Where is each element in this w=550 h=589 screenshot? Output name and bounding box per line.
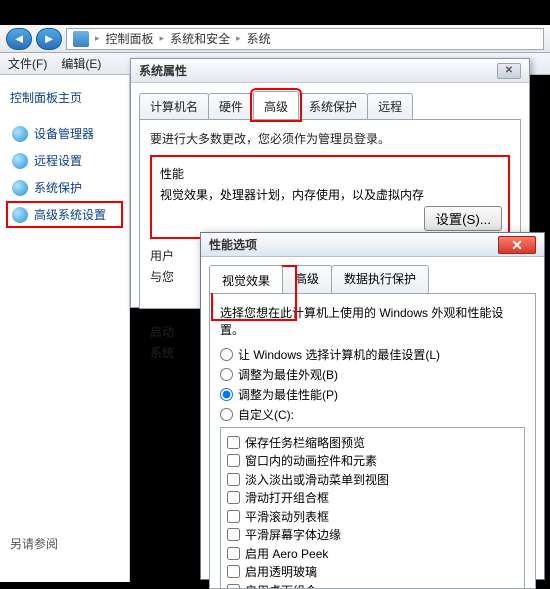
breadcrumb-item[interactable]: 系统 — [247, 30, 271, 47]
checkbox-input[interactable] — [227, 565, 240, 578]
performance-title: 性能 — [160, 165, 500, 182]
breadcrumb-item[interactable]: 系统和安全 — [170, 30, 230, 47]
radio-option[interactable]: 调整为最佳性能(P) — [220, 386, 525, 403]
effect-checkbox-row[interactable]: 启用桌面组合 — [227, 582, 518, 589]
menu-edit[interactable]: 编辑(E) — [61, 55, 101, 72]
see-also-heading: 另请参阅 — [10, 535, 58, 552]
sidebar-item-device-manager[interactable]: 设备管理器 — [10, 120, 119, 147]
radio-input[interactable] — [220, 368, 233, 381]
breadcrumb-item[interactable]: 控制面板 — [106, 30, 154, 47]
dialog-title: 性能选项 — [209, 236, 257, 253]
checkbox-input[interactable] — [227, 528, 240, 541]
sidebar-item-remote[interactable]: 远程设置 — [10, 147, 119, 174]
sidebar-item-label: 系统保护 — [34, 179, 82, 196]
checkbox-label: 启用桌面组合 — [245, 582, 317, 589]
tab-hardware[interactable]: 硬件 — [208, 93, 254, 119]
effect-checkbox-row[interactable]: 淡入淡出或滑动菜单到视图 — [227, 471, 518, 488]
shield-icon — [12, 207, 28, 223]
radio-input[interactable] — [220, 348, 233, 361]
menu-file[interactable]: 文件(F) — [8, 55, 47, 72]
description-text: 选择您想在此计算机上使用的 Windows 外观和性能设置。 — [220, 304, 525, 338]
checkbox-input[interactable] — [227, 491, 240, 504]
shield-icon — [12, 126, 28, 142]
tab-dep[interactable]: 数据执行保护 — [331, 265, 429, 293]
explorer-address-bar: ◄ ► ▸ 控制面板 ▸ 系统和安全 ▸ 系统 — [0, 25, 550, 53]
tab-panel: 选择您想在此计算机上使用的 Windows 外观和性能设置。 让 Windows… — [209, 293, 536, 589]
checkbox-label: 启用透明玻璃 — [245, 563, 317, 580]
tab-protection[interactable]: 系统保护 — [298, 93, 368, 119]
checkbox-input[interactable] — [227, 436, 240, 449]
back-button[interactable]: ◄ — [6, 28, 32, 50]
radio-label: 自定义(C): — [238, 406, 294, 423]
checkbox-label: 启用 Aero Peek — [245, 545, 328, 562]
chevron-right-icon: ▸ — [160, 33, 165, 44]
sidebar-item-label: 远程设置 — [34, 152, 82, 169]
tab-computer-name[interactable]: 计算机名 — [139, 93, 209, 119]
radio-label: 让 Windows 选择计算机的最佳设置(L) — [238, 346, 440, 363]
forward-button[interactable]: ► — [36, 28, 62, 50]
breadcrumb[interactable]: ▸ 控制面板 ▸ 系统和安全 ▸ 系统 — [66, 28, 544, 50]
effect-checkbox-row[interactable]: 平滑滚动列表框 — [227, 508, 518, 525]
tab-advanced[interactable]: 高级 — [282, 265, 332, 293]
radio-option[interactable]: 让 Windows 选择计算机的最佳设置(L) — [220, 346, 525, 363]
tab-visual-effects[interactable]: 视觉效果 — [209, 265, 283, 293]
instruction-text: 要进行大多数更改，您必须作为管理员登录。 — [150, 130, 510, 147]
checkbox-input[interactable] — [227, 473, 240, 486]
checkbox-label: 滑动打开组合框 — [245, 489, 329, 506]
effect-checkbox-row[interactable]: 启用 Aero Peek — [227, 545, 518, 562]
tab-advanced[interactable]: 高级 — [253, 91, 299, 119]
checkbox-input[interactable] — [227, 454, 240, 467]
effect-checkbox-row[interactable]: 窗口内的动画控件和元素 — [227, 452, 518, 469]
radio-label: 调整为最佳外观(B) — [238, 366, 338, 383]
effect-checkbox-row[interactable]: 启用透明玻璃 — [227, 563, 518, 580]
sidebar: 控制面板主页 设备管理器 远程设置 系统保护 高级系统设置 另请参阅 — [0, 75, 130, 582]
control-panel-icon — [73, 31, 89, 47]
chevron-right-icon: ▸ — [236, 33, 241, 44]
sidebar-item-label: 设备管理器 — [34, 125, 94, 142]
chevron-right-icon: ▸ — [95, 33, 100, 44]
sidebar-item-label: 高级系统设置 — [34, 206, 106, 223]
effect-checkbox-row[interactable]: 平滑屏幕字体边缘 — [227, 526, 518, 543]
titlebar: 系统属性 ✕ — [131, 59, 529, 83]
close-button[interactable]: ✕ — [497, 63, 521, 79]
radio-label: 调整为最佳性能(P) — [238, 386, 338, 403]
sidebar-item-advanced[interactable]: 高级系统设置 — [6, 201, 123, 228]
checkbox-input[interactable] — [227, 510, 240, 523]
radio-option[interactable]: 调整为最佳外观(B) — [220, 366, 525, 383]
checkbox-label: 平滑滚动列表框 — [245, 508, 329, 525]
checkbox-input[interactable] — [227, 547, 240, 560]
titlebar: 性能选项 ✕ — [201, 233, 544, 257]
sidebar-title: 控制面板主页 — [10, 89, 119, 106]
tabs: 计算机名 硬件 高级 系统保护 远程 — [131, 83, 529, 119]
checkbox-label: 淡入淡出或滑动菜单到视图 — [245, 471, 389, 488]
dialog-title: 系统属性 — [139, 62, 187, 79]
tab-remote[interactable]: 远程 — [367, 93, 413, 119]
radio-input[interactable] — [220, 388, 233, 401]
tabs: 视觉效果 高级 数据执行保护 — [201, 257, 544, 293]
shield-icon — [12, 153, 28, 169]
performance-group: 性能 视觉效果，处理器计划，内存使用，以及虚拟内存 设置(S)... — [150, 155, 510, 239]
performance-settings-button[interactable]: 设置(S)... — [424, 206, 502, 231]
effect-checkbox-row[interactable]: 滑动打开组合框 — [227, 489, 518, 506]
performance-desc: 视觉效果，处理器计划，内存使用，以及虚拟内存 — [160, 186, 500, 203]
checkbox-label: 保存任务栏缩略图预览 — [245, 434, 365, 451]
shield-icon — [12, 180, 28, 196]
performance-options-dialog: 性能选项 ✕ 视觉效果 高级 数据执行保护 选择您想在此计算机上使用的 Wind… — [200, 232, 545, 580]
effect-checkbox-row[interactable]: 保存任务栏缩略图预览 — [227, 434, 518, 451]
close-button[interactable]: ✕ — [498, 236, 536, 254]
effects-list[interactable]: 保存任务栏缩略图预览窗口内的动画控件和元素淡入淡出或滑动菜单到视图滑动打开组合框… — [220, 427, 525, 589]
sidebar-item-protection[interactable]: 系统保护 — [10, 174, 119, 201]
checkbox-label: 平滑屏幕字体边缘 — [245, 526, 341, 543]
checkbox-input[interactable] — [227, 584, 240, 589]
radio-input[interactable] — [220, 408, 233, 421]
radio-option[interactable]: 自定义(C): — [220, 406, 525, 423]
checkbox-label: 窗口内的动画控件和元素 — [245, 452, 377, 469]
